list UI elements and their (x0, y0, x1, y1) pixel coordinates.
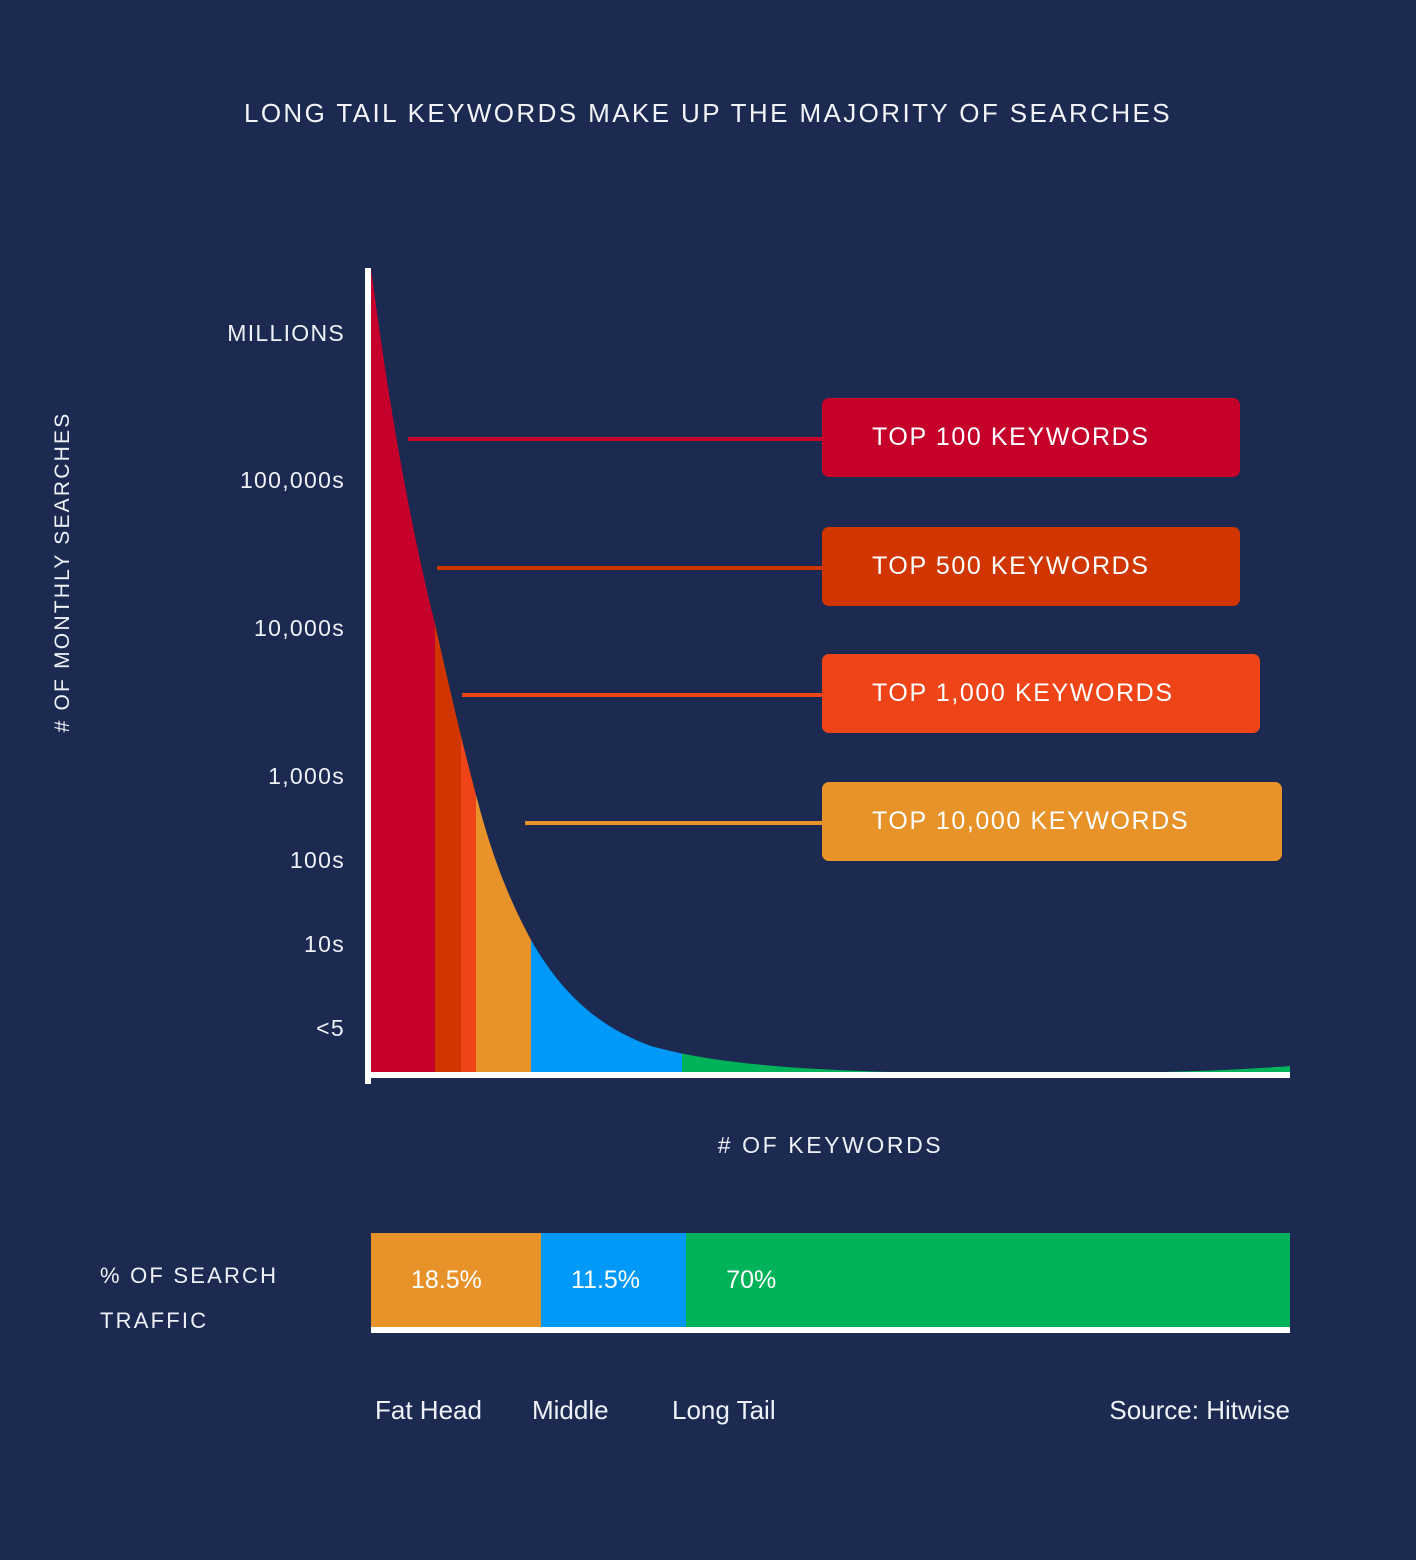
y-axis-line (365, 268, 371, 1084)
x-axis-label: # OF KEYWORDS (717, 1132, 944, 1158)
callout-label: TOP 100 KEYWORDS (872, 423, 1150, 451)
x-axis-line (365, 1072, 1290, 1078)
y-tick-1000s: 1,000s (268, 763, 345, 789)
segment-value: 70% (726, 1265, 777, 1294)
y-tick-lt5: <5 (316, 1015, 345, 1041)
band-top-10000 (476, 268, 531, 1078)
callout-top-10000-keywords[interactable]: TOP 10,000 KEYWORDS (822, 782, 1282, 861)
infographic-root: LONG TAIL KEYWORDS MAKE UP THE MAJORITY … (0, 0, 1416, 1560)
connector-line-top-10000 (525, 821, 826, 825)
callout-label: TOP 1,000 KEYWORDS (872, 679, 1174, 707)
traffic-share-label: % OF SEARCH TRAFFIC (100, 1253, 350, 1343)
y-tick-10s: 10s (304, 931, 345, 957)
band-top-1000 (461, 268, 476, 1078)
source-attribution: Source: Hitwise (1109, 1395, 1290, 1425)
band-top-100 (371, 268, 435, 1078)
segment-value: 11.5% (571, 1265, 641, 1294)
y-tick-10000s: 10,000s (254, 615, 345, 641)
callout-top-1000-keywords[interactable]: TOP 1,000 KEYWORDS (822, 654, 1260, 733)
band-middle (531, 268, 682, 1078)
callout-top-500-keywords[interactable]: TOP 500 KEYWORDS (822, 527, 1240, 606)
category-label-row: Fat Head Middle Long Tail Source: Hitwis… (371, 1395, 1290, 1435)
category-label-fat-head: Fat Head (375, 1395, 482, 1425)
y-tick-millions: MILLIONS (227, 320, 345, 346)
callout-top-100-keywords[interactable]: TOP 100 KEYWORDS (822, 398, 1240, 477)
callout-label: TOP 10,000 KEYWORDS (872, 807, 1190, 835)
y-axis-ticks: MILLIONS 100,000s 10,000s 1,000s 100s 10… (50, 268, 345, 1084)
callout-label: TOP 500 KEYWORDS (872, 552, 1150, 580)
band-top-500 (435, 268, 461, 1078)
traffic-share-label-line2: TRAFFIC (100, 1308, 209, 1333)
connector-line-top-500 (437, 566, 826, 570)
y-tick-100s: 100s (289, 847, 345, 873)
connector-line-top-100 (408, 437, 826, 441)
category-label-long-tail: Long Tail (672, 1395, 776, 1425)
connector-line-top-1000 (462, 693, 826, 697)
traffic-segment-long-tail[interactable]: 70% (686, 1233, 1290, 1327)
traffic-segment-fat-head[interactable]: 18.5% (371, 1233, 541, 1327)
category-label-middle: Middle (532, 1395, 609, 1425)
segment-value: 18.5% (411, 1265, 482, 1294)
traffic-share-stacked-bar: 18.5% 11.5% 70% (371, 1233, 1290, 1333)
traffic-segment-middle[interactable]: 11.5% (541, 1233, 687, 1327)
y-tick-100000s: 100,000s (239, 467, 345, 493)
page-title: LONG TAIL KEYWORDS MAKE UP THE MAJORITY … (243, 98, 1173, 128)
traffic-share-label-line1: % OF SEARCH (100, 1263, 279, 1288)
